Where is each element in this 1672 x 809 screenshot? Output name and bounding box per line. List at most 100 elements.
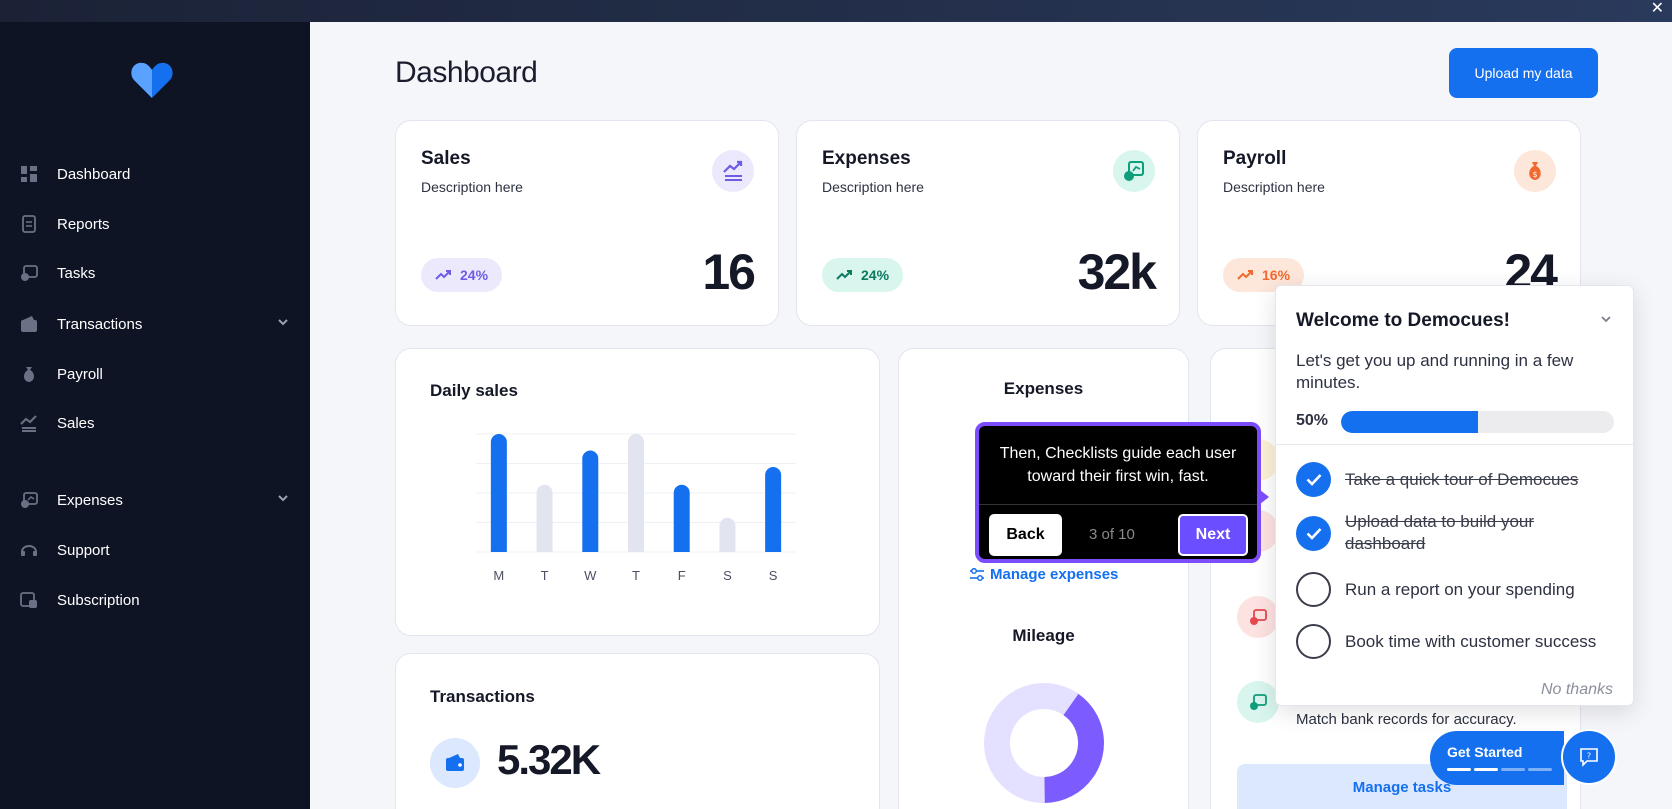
sidebar-item-label: Tasks bbox=[57, 264, 96, 282]
bar[interactable] bbox=[582, 450, 599, 552]
bar[interactable] bbox=[490, 434, 507, 552]
empty-circle-icon[interactable] bbox=[1296, 624, 1331, 659]
bar[interactable] bbox=[719, 517, 736, 552]
kpi-title: Sales bbox=[421, 148, 471, 169]
kpi-card-expenses: Expenses Description here 24% 32k bbox=[796, 120, 1180, 326]
chevron-down-icon[interactable] bbox=[276, 315, 290, 329]
task-description: Match bank records for accuracy. bbox=[1296, 711, 1517, 728]
next-button[interactable]: Next bbox=[1178, 514, 1248, 556]
sidebar-item-support[interactable]: Support bbox=[20, 535, 290, 565]
trend-up-icon bbox=[435, 270, 451, 280]
step-indicator: 3 of 10 bbox=[1089, 526, 1135, 543]
launcher-step-segment bbox=[1501, 768, 1525, 771]
sidebar-item-tasks[interactable]: Tasks bbox=[20, 258, 290, 288]
window-titlebar: ✕ bbox=[0, 0, 1672, 22]
receipt-icon bbox=[1113, 150, 1155, 192]
kpi-description: Description here bbox=[421, 179, 523, 195]
wallet-icon bbox=[20, 315, 38, 333]
sidebar-item-payroll[interactable]: Payroll bbox=[20, 359, 290, 389]
tooltip-pointer bbox=[1260, 490, 1269, 504]
bar[interactable] bbox=[673, 484, 690, 552]
transactions-value: 5.32K bbox=[497, 736, 601, 783]
sidebar-item-label: Expenses bbox=[57, 491, 123, 509]
tour-tooltip: Then, Checklists guide each user toward … bbox=[975, 422, 1269, 563]
transactions-title: Transactions bbox=[430, 687, 535, 706]
x-tick-label: S bbox=[723, 568, 732, 583]
back-button[interactable]: Back bbox=[989, 514, 1062, 556]
subscription-icon bbox=[20, 591, 38, 609]
tooltip-divider bbox=[979, 504, 1257, 505]
chat-icon: ? bbox=[1580, 748, 1598, 767]
svg-text:?: ? bbox=[1587, 752, 1591, 761]
bar[interactable] bbox=[536, 484, 553, 552]
kpi-card-sales: Sales Description here 24% 16 bbox=[395, 120, 779, 326]
bar[interactable] bbox=[765, 467, 782, 552]
checkmark-icon[interactable] bbox=[1296, 462, 1331, 497]
kpi-title: Expenses bbox=[822, 148, 911, 169]
x-tick-label: M bbox=[493, 568, 504, 583]
sidebar-item-expenses[interactable]: Expenses bbox=[20, 485, 290, 515]
upload-data-button[interactable]: Upload my data bbox=[1449, 48, 1598, 98]
change-value: 24% bbox=[460, 267, 489, 283]
get-started-label: Get Started bbox=[1447, 744, 1523, 760]
headset-icon bbox=[20, 541, 38, 559]
sidebar-item-transactions[interactable]: Transactions bbox=[20, 309, 290, 339]
page-title: Dashboard bbox=[395, 56, 538, 89]
bar[interactable] bbox=[628, 434, 644, 552]
checklist-subtitle: Let's get you up and running in a few mi… bbox=[1296, 351, 1574, 392]
sidebar-item-subscription[interactable]: Subscription bbox=[20, 585, 290, 615]
checklist-item[interactable]: Upload data to build your dashboard bbox=[1296, 511, 1616, 555]
progress-bar-fill bbox=[1341, 411, 1478, 433]
sales-chart-icon bbox=[712, 150, 754, 192]
daily-sales-chart: MTWTFSS bbox=[476, 433, 796, 583]
x-tick-label: T bbox=[541, 568, 549, 583]
launcher-step-segment bbox=[1447, 768, 1471, 771]
help-chat-button[interactable]: ? bbox=[1561, 729, 1617, 785]
sidebar: Dashboard Reports Tasks Transactions Pay… bbox=[0, 22, 310, 809]
x-tick-label: F bbox=[678, 568, 686, 583]
x-tick-label: W bbox=[584, 568, 597, 583]
close-icon[interactable]: ✕ bbox=[1651, 0, 1664, 18]
svg-text:$: $ bbox=[1532, 170, 1537, 179]
sidebar-item-dashboard[interactable]: Dashboard bbox=[20, 159, 290, 189]
checklist-item[interactable]: Run a report on your spending bbox=[1296, 572, 1616, 607]
empty-circle-icon[interactable] bbox=[1296, 572, 1331, 607]
document-icon bbox=[20, 215, 38, 233]
sidebar-item-label: Support bbox=[57, 541, 110, 559]
launcher-progress bbox=[1447, 768, 1552, 771]
sidebar-item-sales[interactable]: Sales bbox=[20, 408, 290, 438]
chevron-down-icon[interactable] bbox=[1599, 312, 1613, 326]
tooltip-text: Then, Checklists guide each user toward … bbox=[999, 445, 1237, 485]
kpi-description: Description here bbox=[1223, 179, 1325, 195]
daily-sales-card: Daily sales MTWTFSS bbox=[395, 348, 880, 636]
progress-bar bbox=[1341, 411, 1614, 433]
sidebar-item-label: Transactions bbox=[57, 315, 143, 333]
checklist-item[interactable]: Book time with customer success bbox=[1296, 624, 1616, 659]
receipt-icon bbox=[1237, 681, 1279, 723]
heart-logo[interactable] bbox=[130, 58, 174, 102]
x-tick-label: S bbox=[769, 568, 778, 583]
sidebar-item-label: Dashboard bbox=[57, 165, 131, 183]
checkmark-icon[interactable] bbox=[1296, 515, 1331, 551]
chevron-down-icon[interactable] bbox=[276, 491, 290, 505]
change-value: 16% bbox=[1262, 267, 1291, 283]
checklist-divider bbox=[1276, 444, 1633, 445]
checklist-item-label: Take a quick tour of Democues bbox=[1345, 469, 1579, 489]
change-value: 24% bbox=[861, 267, 890, 283]
onboarding-checklist: Welcome to Democues! Let's get you up an… bbox=[1275, 285, 1634, 706]
wallet-icon bbox=[430, 738, 480, 788]
expenses-mileage-card: Expenses Manage expenses Mileage bbox=[898, 348, 1189, 809]
progress-label: 50% bbox=[1296, 412, 1329, 429]
checklist-item[interactable]: Take a quick tour of Democues bbox=[1296, 462, 1616, 497]
kpi-value: 32k bbox=[1077, 244, 1157, 300]
sidebar-item-label: Payroll bbox=[57, 365, 103, 383]
no-thanks-link[interactable]: No thanks bbox=[1541, 681, 1613, 699]
receipt-icon bbox=[20, 491, 38, 509]
kpi-title: Payroll bbox=[1223, 148, 1287, 169]
kpi-description: Description here bbox=[822, 179, 924, 195]
sidebar-item-reports[interactable]: Reports bbox=[20, 209, 290, 239]
sidebar-item-label: Reports bbox=[57, 215, 110, 233]
checklist-item-label: Book time with customer success bbox=[1345, 631, 1597, 651]
money-bag-icon bbox=[20, 365, 38, 383]
get-started-launcher[interactable]: Get Started bbox=[1430, 731, 1564, 785]
